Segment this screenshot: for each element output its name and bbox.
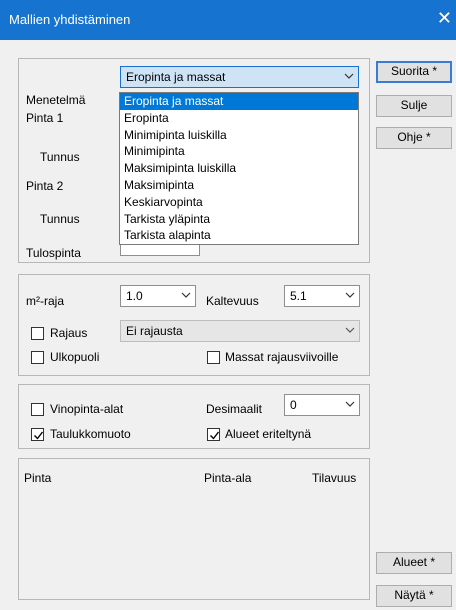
- alueet-eriteltyna-label: Alueet eriteltynä: [225, 427, 312, 441]
- checkmark-icon: [210, 431, 220, 440]
- dropdown-option[interactable]: Eropinta ja massat: [120, 93, 358, 110]
- rajaus-dropdown[interactable]: Ei rajausta: [120, 320, 360, 342]
- kaltevuus-label: Kaltevuus: [206, 294, 259, 308]
- alueet-eriteltyna-checkbox[interactable]: [207, 428, 220, 441]
- kaltevuus-value: 5.1: [290, 289, 307, 303]
- vinopinta-checkbox[interactable]: [31, 403, 44, 416]
- pinta2-label: Pinta 2: [26, 179, 64, 193]
- kaltevuus-dropdown[interactable]: 5.1: [284, 285, 360, 307]
- menetelma-dropdown-list[interactable]: Eropinta ja massat Eropinta Minimipinta lu…: [119, 92, 359, 245]
- column-header-tilavuus: Tilavuus: [312, 471, 357, 485]
- dropdown-option[interactable]: Minimipinta: [120, 143, 358, 160]
- dropdown-option[interactable]: Maksimipinta: [120, 177, 358, 194]
- suorita-button[interactable]: Suorita *: [376, 61, 452, 83]
- dropdown-option[interactable]: Tarkista alapinta: [120, 227, 358, 244]
- m2-raja-dropdown[interactable]: 1.0: [120, 285, 196, 307]
- dropdown-option[interactable]: Eropinta: [120, 110, 358, 127]
- window-title: Mallien yhdistäminen: [9, 12, 131, 27]
- menetelma-dropdown[interactable]: Eropinta ja massat: [120, 66, 359, 88]
- dropdown-option[interactable]: Minimipinta luiskilla: [120, 127, 358, 144]
- taulukkomuoto-checkbox[interactable]: [31, 428, 44, 441]
- title-bar: Mallien yhdistäminen ✕: [0, 0, 456, 40]
- dropdown-option[interactable]: Tarkista yläpinta: [120, 211, 358, 228]
- rajaus-checkbox[interactable]: [31, 327, 44, 340]
- pinta1-label: Pinta 1: [26, 111, 64, 125]
- chevron-down-icon: [181, 291, 191, 299]
- desimaalit-label: Desimaalit: [206, 402, 263, 416]
- dropdown-option[interactable]: Keskiarvopinta: [120, 194, 358, 211]
- params-group: m²-raja 1.0 Kaltevuus 5.1 Rajaus Ei raja…: [18, 274, 370, 376]
- checkmark-icon: [34, 431, 44, 440]
- menetelma-label: Menetelmä: [26, 93, 86, 107]
- desimaalit-dropdown[interactable]: 0: [284, 394, 360, 416]
- ohje-button[interactable]: Ohje *: [376, 127, 452, 149]
- desimaalit-value: 0: [290, 398, 297, 412]
- chevron-down-icon: [345, 400, 355, 408]
- chevron-down-icon: [345, 291, 355, 299]
- menetelma-value: Eropinta ja massat: [126, 70, 226, 84]
- sulje-button[interactable]: Sulje: [376, 95, 452, 117]
- close-icon[interactable]: ✕: [437, 9, 452, 27]
- m2-raja-value: 1.0: [126, 289, 143, 303]
- massat-label: Massat rajausviivoille: [225, 350, 339, 364]
- tunnus2-label: Tunnus: [40, 212, 80, 226]
- tulospinta-label: Tulospinta: [26, 246, 81, 260]
- chevron-down-icon: [345, 326, 355, 334]
- taulukkomuoto-label: Taulukkomuoto: [50, 427, 131, 441]
- chevron-down-icon: [344, 72, 354, 80]
- alueet-button[interactable]: Alueet *: [376, 552, 452, 574]
- ulkopuoli-checkbox[interactable]: [31, 351, 44, 364]
- massat-checkbox[interactable]: [207, 351, 220, 364]
- vinopinta-label: Vinopinta-alat: [50, 402, 124, 416]
- rajaus-value: Ei rajausta: [126, 324, 183, 338]
- dropdown-option[interactable]: Maksimipinta luiskilla: [120, 160, 358, 177]
- ulkopuoli-label: Ulkopuoli: [50, 350, 100, 364]
- m2-raja-label: m²-raja: [26, 294, 64, 308]
- column-header-pinta: Pinta: [24, 471, 52, 485]
- rajaus-label: Rajaus: [50, 326, 88, 340]
- column-header-pinta-ala: Pinta-ala: [204, 471, 252, 485]
- nayta-button[interactable]: Näytä *: [376, 585, 452, 607]
- tunnus1-label: Tunnus: [40, 150, 80, 164]
- options-group: Vinopinta-alat Desimaalit 0 Taulukkomuot…: [18, 384, 370, 449]
- results-list[interactable]: Pinta Pinta-ala Tilavuus: [18, 458, 370, 600]
